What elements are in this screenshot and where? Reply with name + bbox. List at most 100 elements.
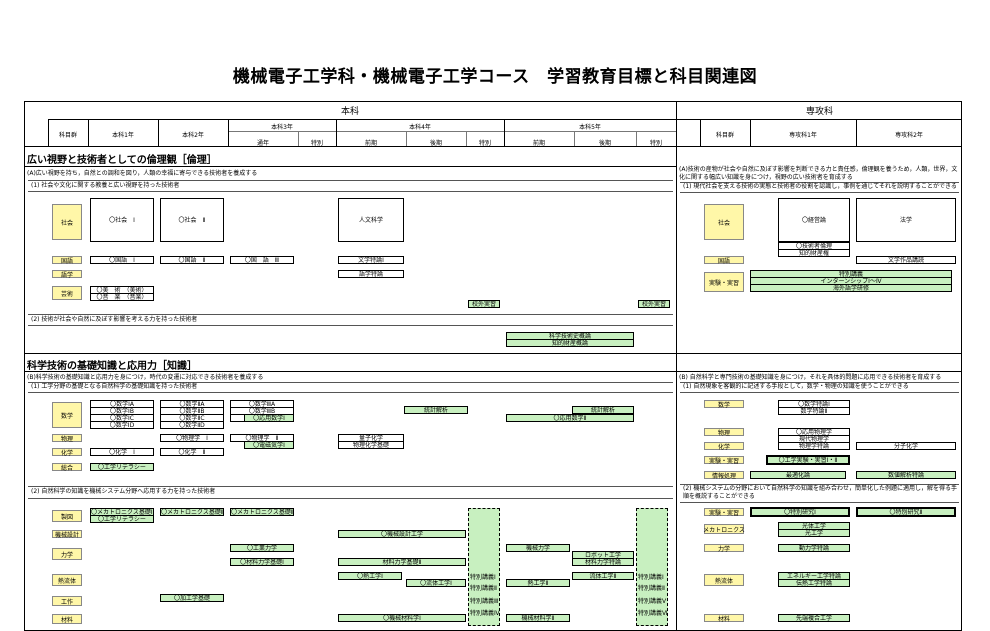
subject-kikai-sekkei: 〇機械設計工学: [338, 530, 466, 538]
subject-dennetsu: 伝熱工学特論: [778, 579, 850, 587]
subject-butsuri1: 〇物理学 Ⅰ: [160, 434, 224, 442]
col-senko2: 専攻科2年: [895, 132, 923, 139]
cat-s-sugaku: 数学: [704, 400, 744, 409]
goal-a: (A)広い視野を持ち，自然との調和を図り，人類の幸福に寄与できる技術者を養成する: [27, 170, 258, 177]
goal-b1: (1) 工学分野の基礎となる自然科学の基礎知識を持った技術者: [31, 383, 198, 390]
subject-kogyo-rikigaku: 〇工業力学: [230, 544, 294, 552]
subject-zairyo-rikigaku1: 〇材料力学基礎Ⅰ: [230, 558, 294, 566]
subject-tokei1: 統計解析: [404, 406, 468, 414]
subject-bunsaku: 文学作品講読: [856, 256, 956, 264]
subject-kako: 〇加工学基礎: [160, 594, 224, 602]
col-year1: 本科1年: [112, 132, 134, 139]
col-year3: 本科3年: [271, 124, 293, 131]
subject-bungaku: 文学特論Ⅰ: [338, 256, 404, 264]
col-year5: 本科5年: [579, 124, 601, 131]
subject-kogaku-jikken: 〇工学実験・実習Ⅰ・Ⅱ: [766, 455, 850, 465]
subject-m1d: 〇数学ⅠD: [90, 421, 154, 429]
cat-sugaku: 数学: [52, 402, 82, 428]
goal-r-b2: (2) 機械システムの分野において自然科学の知識を組み合わせ，簡単化した例題に適…: [683, 485, 958, 500]
section1-title: 広い視野と技術者としての倫理観［倫理］: [27, 155, 217, 166]
section2-title: 科学技術の基礎知識と応用力［知識］: [27, 361, 197, 372]
goal-b: (B)科学技術の基礎知識と応用力を身につけ，時代の変遷に対応できる技術者を養成す…: [27, 374, 264, 381]
honka-senkoka-divider: [676, 101, 677, 631]
subject-tokubetsu-kenkyu2: 〇特別研究Ⅱ: [856, 507, 956, 517]
cat-butsuri: 物理: [52, 434, 82, 443]
subject-shakai2: 〇社会 Ⅱ: [160, 198, 224, 242]
subject-kikai-rikigaku: 機械力学: [506, 544, 570, 552]
cat-s-jikken: 実験・実習: [704, 272, 744, 292]
header-senkoka: 専攻科: [805, 107, 833, 117]
subject-hikari: 光工学: [778, 529, 850, 537]
cat-netsu: 熱流体: [52, 574, 82, 586]
tk4: 特別講義Ⅳ: [470, 610, 500, 617]
subject-doriki: 動力学特論: [778, 544, 850, 552]
tk5: 特別講義Ⅴ: [638, 598, 667, 605]
cat-seizu: 製図: [52, 510, 82, 522]
tokubetsu-kogi-column-4: [468, 508, 500, 626]
subject-hogaku: 法学: [856, 198, 956, 242]
cat-s-kagaku: 化学: [704, 442, 744, 451]
subject-kagaku1: 〇化学 Ⅰ: [90, 448, 154, 456]
subject-netsu1: 〇熱工学Ⅰ: [338, 572, 402, 580]
cat-sogo: 総合: [52, 463, 82, 472]
subject-oyo2: 〇応用数学Ⅱ: [506, 414, 634, 422]
cat-s-butsuri: 物理: [704, 428, 744, 437]
cat-geijutsu: 芸術: [52, 286, 82, 300]
header-honka: 本科: [340, 107, 359, 117]
goal-b2: (2) 自然科学の知識を機械システム分野へ応用する力を持った技術者: [31, 488, 216, 495]
cat-s-kokugo: 国語: [704, 256, 744, 265]
subject-literacy2: 〇工学リテラシー: [90, 515, 154, 523]
goal-r-a: (A)技術の産物が社会や自然に及ぼす影響を判断できる力と責任感，倫理観を養うため…: [679, 166, 958, 181]
subject-kagaku2: 〇化学 Ⅱ: [160, 448, 224, 456]
subject-literacy: 〇工学リテラシー: [90, 463, 154, 471]
subject-mecha2: 〇メカトロニクス基礎Ⅱ(M): [160, 508, 224, 516]
subject-kokugo2: 〇国語 Ⅱ: [160, 256, 224, 264]
subject-oyo1: 〇応用数学Ⅰ: [244, 414, 294, 422]
subject-kikai-zairyo: 〇機械材料学Ⅰ: [338, 614, 466, 622]
tk6: 特別講義Ⅵ: [638, 610, 668, 617]
col-kamoku-gun: 科目群: [58, 132, 77, 139]
col-year4: 本科4年: [409, 124, 431, 131]
tk2: 特別講義Ⅱ: [470, 585, 497, 592]
subject-bunshi: 分子化学: [856, 442, 956, 450]
subject-sentan: 先端複合工学: [778, 614, 850, 622]
cat-shakai: 社会: [52, 204, 82, 240]
subject-butsuri-tokuron: 物理学特論: [778, 442, 850, 450]
subject-chiteki-gairon: 知的財産概論: [506, 339, 634, 347]
tk1-5: 特別講義Ⅰ: [638, 574, 664, 581]
subject-zairyo-rikigaku3: 材料力学特論: [572, 558, 634, 566]
subject-saiteki: 最適化論: [750, 471, 846, 479]
cat-s-jikken2: 実験・実習: [704, 456, 744, 465]
subject-chiteki-zaisan: 知的財産権: [778, 249, 850, 257]
col-s-kamoku-gun: 科目群: [715, 132, 734, 139]
subject-kaigai: 海外語学研修: [750, 284, 952, 292]
subject-tokubetsu-kenkyu1: 〇特別研究Ⅰ: [750, 507, 850, 517]
subject-keieiron: 〇経営論: [778, 198, 850, 242]
subject-butsuri-kagaku: 物理化学基礎: [338, 441, 404, 449]
cat-kikai-sekkei: 機械設計: [52, 530, 82, 539]
subject-sugaku-tokuron2: 数学特論Ⅱ: [778, 407, 850, 415]
subject-denki: 〇電磁気学Ⅰ: [244, 441, 294, 449]
header-bottom: [24, 146, 962, 147]
tk1: 特別講義Ⅰ: [470, 574, 496, 581]
subject-jinbun: 人文科学: [338, 198, 404, 242]
subject-ryutai1: 〇流体工学Ⅰ: [406, 579, 466, 587]
subject-mecha3: 〇メカトロニクス基礎Ⅲ(M): [230, 508, 294, 516]
cat-s-netsu: 熱流体: [704, 574, 744, 586]
goal-a2: (2) 技術が社会や自然に及ぼす影響を考える力を持った技術者: [31, 316, 198, 323]
goal-a1: (1) 社会や文化に関する教養と広い視野を持った技術者: [31, 182, 180, 189]
subject-suchi: 数値解析特論: [856, 471, 956, 479]
cat-s-rikigaku: 力学: [704, 544, 744, 553]
subject-kikai-zairyo2: 機械材料学Ⅱ: [506, 614, 570, 622]
subject-ryutai2: 流体工学Ⅱ: [572, 572, 634, 580]
tk2-5: 特別講義Ⅱ: [638, 585, 665, 592]
tokubetsu-kogi-column-5: [636, 508, 668, 626]
goal-r-b1: (1) 自然現象を客観的に記述する手段として，数学・物理の知識を使うことができる: [683, 383, 909, 390]
col-year2: 本科2年: [182, 132, 204, 139]
goal-r-a1: (1) 現代社会を支える技術の実態と技術者の役割を認識し，事例を通じてそれを説明…: [683, 183, 957, 190]
col-senko1: 専攻科1年: [789, 132, 817, 139]
subject-zairyo-rikigaku2: 材料力学基礎Ⅱ: [338, 558, 466, 566]
subject-ongaku: 〇音 楽 （音楽）: [90, 293, 154, 301]
cat-kagaku: 化学: [52, 448, 82, 457]
page-title: 機械電子工学科・機械電子工学コース 学習教育目標と科目関連図: [232, 67, 758, 87]
